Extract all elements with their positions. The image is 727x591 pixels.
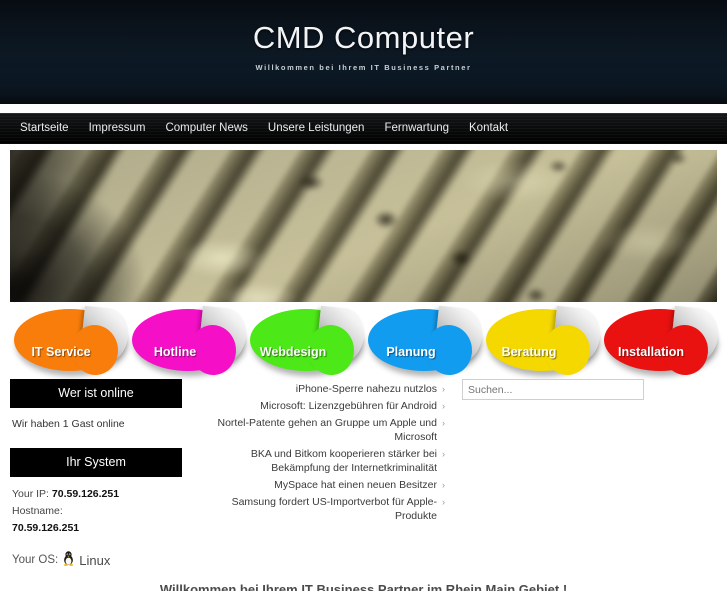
system-ip-value: 70.59.126.251 <box>51 488 120 500</box>
news-item-link[interactable]: MySpace hat einen neuen Besitzer <box>274 478 437 492</box>
tux-penguin-icon <box>62 551 75 569</box>
news-item[interactable]: MySpace hat einen neuen Besitzer › <box>190 478 445 492</box>
system-os-value: Linux <box>79 552 111 568</box>
news-column: iPhone-Sperre nahezu nutzlos › Microsoft: … <box>182 379 446 526</box>
nav-item-unsere-leistungen[interactable]: Unsere Leistungen <box>258 113 375 144</box>
news-item[interactable]: Samsung fordert US-Importverbot für Appl… <box>190 495 445 523</box>
panel-heading-system: Ihr System <box>10 448 182 477</box>
chevron-right-icon: › <box>442 480 445 490</box>
nav-item-computer-news[interactable]: Computer News <box>155 113 257 144</box>
sticker-webdesign[interactable]: Webdesign <box>250 305 367 378</box>
sticker-it-service[interactable]: IT Service <box>14 305 131 378</box>
banner-image <box>10 150 717 302</box>
site-tagline: Willkommen bei Ihrem IT Business Partner <box>255 63 472 72</box>
news-item-link[interactable]: Nortel-Patente gehen an Gruppe um Apple … <box>190 416 438 444</box>
nav-item-startseite[interactable]: Startseite <box>10 113 79 144</box>
welcome-heading: Willkommen bei Ihrem IT Business Partner… <box>159 582 568 591</box>
system-ip-label: Your IP: <box>12 488 49 500</box>
site-header: CMD Computer Willkommen bei Ihrem IT Bus… <box>0 0 727 104</box>
header-inner: CMD Computer Willkommen bei Ihrem IT Bus… <box>0 0 727 74</box>
system-ip-line: Your IP: 70.59.126.251 <box>12 486 182 503</box>
online-guest-count: Wir haben 1 Gast online <box>12 418 125 430</box>
chevron-right-icon: › <box>442 401 445 411</box>
sticker-hotline[interactable]: Hotline <box>132 305 249 378</box>
chevron-right-icon: › <box>442 449 445 459</box>
system-os-label: Your OS: <box>12 554 59 566</box>
news-item[interactable]: Microsoft: Lizenzgebühren für Android › <box>190 399 445 413</box>
sticker-installation[interactable]: Installation <box>604 305 721 378</box>
system-hostname-label: Hostname: <box>12 505 63 517</box>
news-item-link[interactable]: Microsoft: Lizenzgebühren für Android <box>260 399 437 413</box>
site-title: CMD Computer <box>252 20 475 55</box>
sticker-beratung[interactable]: Beratung <box>486 305 603 378</box>
system-os-line: Your OS: Linux <box>12 551 182 569</box>
nav-item-impressum[interactable]: Impressum <box>79 113 156 144</box>
keyboard-photo <box>10 150 717 302</box>
sidebar-left: Wer ist online Wir haben 1 Gast online I… <box>10 379 182 569</box>
header-divider <box>0 104 727 113</box>
panel-heading-online: Wer ist online <box>10 379 182 408</box>
sticker-planung[interactable]: Planung <box>368 305 485 378</box>
nav-item-kontakt[interactable]: Kontakt <box>459 113 518 144</box>
news-item-link[interactable]: BKA und Bitkom kooperieren stärker bei B… <box>190 447 437 475</box>
nav-item-fernwartung[interactable]: Fernwartung <box>374 113 459 144</box>
news-item[interactable]: iPhone-Sperre nahezu nutzlos › <box>190 382 445 396</box>
content-area: Wer ist online Wir haben 1 Gast online I… <box>0 379 727 569</box>
news-item-link[interactable]: iPhone-Sperre nahezu nutzlos <box>296 382 437 396</box>
main-navigation: Startseite Impressum Computer News Unsere L… <box>0 113 727 144</box>
search-column <box>445 379 717 400</box>
banner-wrapper <box>0 144 727 302</box>
chevron-right-icon: › <box>442 497 445 507</box>
footer-area: Willkommen bei Ihrem IT Business Partner… <box>0 569 727 591</box>
system-hostname-value: 70.59.126.251 <box>12 522 80 534</box>
chevron-right-icon: › <box>442 418 445 428</box>
search-input[interactable] <box>462 379 644 400</box>
system-hostname-value-line: 70.59.126.251 <box>12 520 182 537</box>
news-item[interactable]: BKA und Bitkom kooperieren stärker bei B… <box>190 447 445 475</box>
news-item-link[interactable]: Samsung fordert US-Importverbot für Appl… <box>190 495 437 523</box>
news-item[interactable]: Nortel-Patente gehen an Gruppe um Apple … <box>190 416 446 444</box>
news-list: iPhone-Sperre nahezu nutzlos › Microsoft: … <box>190 382 446 523</box>
service-sticker-row: IT Service Hotline Webdesign Planung Beratun… <box>0 304 727 379</box>
